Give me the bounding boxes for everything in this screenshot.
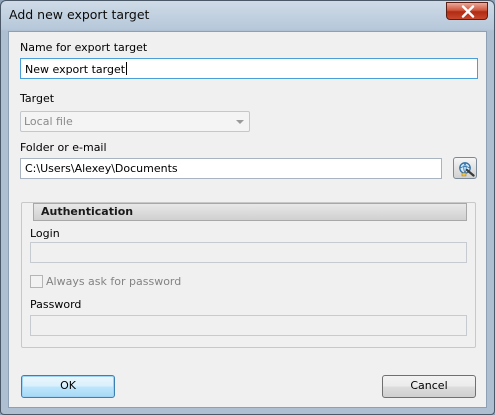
name-label: Name for export target [20,41,148,54]
login-input[interactable] [30,242,467,263]
always-ask-label[interactable]: Always ask for password [46,275,181,288]
target-select-value: Local file [24,115,73,128]
close-button[interactable] [446,2,488,20]
text-caret [126,62,128,75]
password-input[interactable] [30,315,467,336]
target-label: Target [20,92,55,105]
folder-label: Folder or e-mail [20,141,107,154]
dialog-body: Name for export target New export target… [8,31,487,408]
always-ask-checkbox[interactable] [30,275,43,288]
cancel-button[interactable]: Cancel [382,375,476,398]
close-icon [461,5,475,18]
target-select[interactable]: Local file [20,111,250,132]
password-label: Password [30,298,82,311]
name-input[interactable]: New export target [20,58,478,79]
window-title: Add new export target [9,7,150,22]
title-bar[interactable]: Add new export target [1,1,494,31]
name-input-value: New export target [25,63,126,76]
folder-input[interactable]: C:\Users\Alexey\Documents [20,158,442,179]
authentication-header: Authentication [33,203,467,221]
authentication-title: Authentication [41,205,134,218]
login-label: Login [30,227,60,240]
dialog-window: Add new export target Name for export ta… [0,0,495,415]
chevron-down-icon [236,120,244,124]
ok-button[interactable]: OK [21,375,115,398]
browse-button[interactable] [453,157,477,179]
folder-browse-icon [459,162,475,177]
